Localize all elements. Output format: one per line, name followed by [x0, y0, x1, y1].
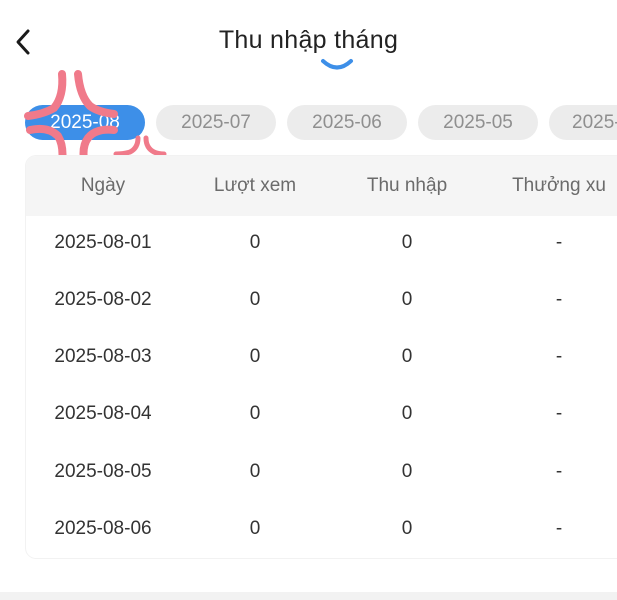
table-row: 2025-08-02 0 0 - — [26, 271, 617, 328]
cell-coin-bonus: - — [555, 461, 563, 482]
cell-income: 0 — [401, 403, 413, 424]
table-row: 2025-08-06 0 0 - — [26, 500, 617, 557]
bottom-divider — [0, 592, 617, 600]
tab-2025-05[interactable]: 2025-05 — [418, 105, 538, 140]
cell-coin-bonus: - — [555, 232, 563, 253]
monthly-income-page: Thu nhập tháng 2025-08 2025-07 2025-06 2… — [0, 0, 617, 600]
cell-coin-bonus: - — [555, 346, 563, 367]
cell-views: 0 — [249, 461, 261, 482]
header-bar: Thu nhập tháng — [0, 0, 617, 84]
table-row: 2025-08-03 0 0 - — [26, 328, 617, 385]
column-header-views: Lượt xem — [213, 175, 297, 196]
cell-date: 2025-08-04 — [54, 403, 152, 424]
cell-income: 0 — [401, 346, 413, 367]
cell-views: 0 — [249, 346, 261, 367]
cell-coin-bonus: - — [555, 403, 563, 424]
cell-income: 0 — [401, 518, 413, 539]
month-tabs: 2025-08 2025-07 2025-06 2025-05 2025-04 — [0, 105, 617, 140]
tab-2025-04[interactable]: 2025-04 — [549, 105, 617, 140]
cell-date: 2025-08-05 — [54, 461, 152, 482]
column-header-income: Thu nhập — [366, 175, 448, 196]
cell-views: 0 — [249, 289, 261, 310]
column-header-date: Ngày — [80, 175, 126, 196]
cell-date: 2025-08-02 — [54, 289, 152, 310]
cell-date: 2025-08-06 — [54, 518, 152, 539]
cell-views: 0 — [249, 403, 261, 424]
cell-income: 0 — [401, 289, 413, 310]
smile-accent-icon — [321, 59, 353, 70]
tab-2025-06[interactable]: 2025-06 — [287, 105, 407, 140]
cell-date: 2025-08-03 — [54, 346, 152, 367]
cell-income: 0 — [401, 461, 413, 482]
column-header-coin-bonus: Thưởng xu — [512, 175, 606, 196]
cell-date: 2025-08-01 — [54, 232, 152, 253]
cell-coin-bonus: - — [555, 289, 563, 310]
cell-coin-bonus: - — [555, 518, 563, 539]
tab-2025-07[interactable]: 2025-07 — [156, 105, 276, 140]
table-row: 2025-08-05 0 0 - — [26, 443, 617, 500]
table-row: 2025-08-04 0 0 - — [26, 385, 617, 442]
tab-2025-08[interactable]: 2025-08 — [25, 105, 145, 140]
cell-income: 0 — [401, 232, 413, 253]
page-title: Thu nhập tháng — [218, 26, 399, 54]
cell-views: 0 — [249, 518, 261, 539]
income-table: Ngày Lượt xem Thu nhập Thưởng xu 2025-08… — [26, 156, 617, 558]
table-row: 2025-08-01 0 0 - — [26, 214, 617, 271]
table-header: Ngày Lượt xem Thu nhập Thưởng xu — [26, 156, 617, 216]
cell-views: 0 — [249, 232, 261, 253]
